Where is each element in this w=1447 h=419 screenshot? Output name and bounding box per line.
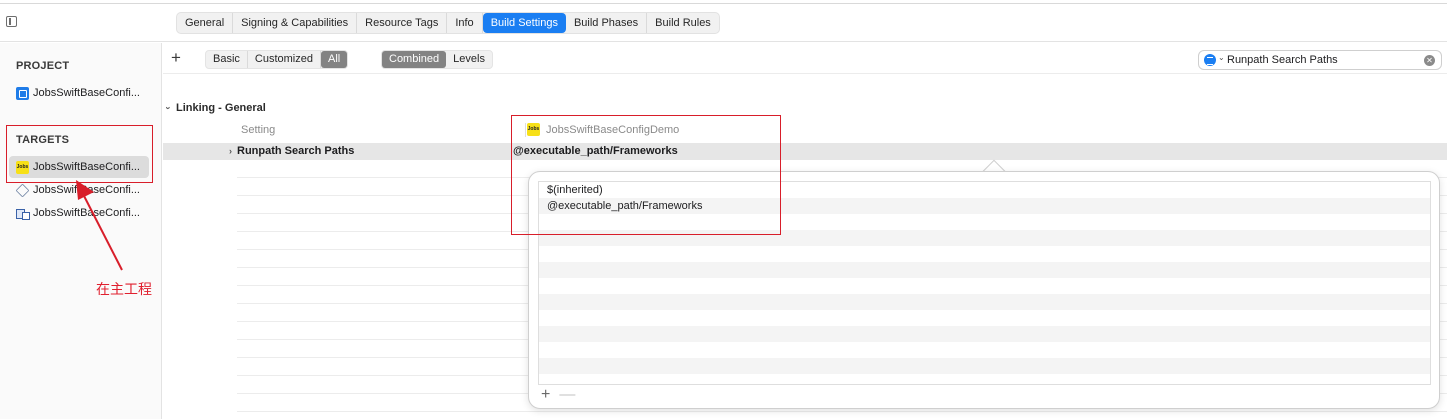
view-levels[interactable]: Levels <box>446 51 492 68</box>
setting-column-header: Setting <box>241 124 276 136</box>
add-value-button[interactable]: + <box>541 386 550 404</box>
tab-build-phases[interactable]: Build Phases <box>566 13 648 33</box>
tab-resource-tags[interactable]: Resource Tags <box>357 13 448 33</box>
editor-tabs: General Signing & Capabilities Resource … <box>176 12 720 34</box>
list-item[interactable] <box>539 278 1430 294</box>
list-item[interactable] <box>539 310 1430 326</box>
settings-search-field[interactable]: ⌄ ✕ <box>1198 50 1442 70</box>
view-combined[interactable]: Combined <box>382 51 447 68</box>
filter-icon[interactable] <box>1204 54 1216 66</box>
list-item[interactable] <box>539 342 1430 358</box>
project-icon <box>16 86 29 100</box>
list-item[interactable] <box>539 246 1430 262</box>
filter-segmented-control: Basic Customized All <box>205 50 349 69</box>
search-input[interactable] <box>1227 52 1423 68</box>
annotation-note: 在主工程 <box>96 282 152 298</box>
sidebar-item-label: JobsSwiftBaseConfi... <box>33 87 140 99</box>
annotation-box-targets <box>6 125 153 183</box>
tab-build-settings[interactable]: Build Settings <box>482 13 566 33</box>
tab-signing-capabilities[interactable]: Signing & Capabilities <box>233 13 358 33</box>
project-section-header: PROJECT <box>16 60 70 72</box>
view-segmented-control: Combined Levels <box>381 50 493 69</box>
list-item[interactable] <box>539 326 1430 342</box>
disclosure-chevron-icon[interactable]: › <box>164 107 174 110</box>
chevron-right-icon[interactable]: › <box>229 146 232 156</box>
annotation-arrow-icon <box>76 180 123 271</box>
filter-basic[interactable]: Basic <box>206 51 248 68</box>
add-setting-button[interactable]: + <box>171 48 181 68</box>
editor-header: General Signing & Capabilities Resource … <box>0 0 1447 42</box>
tab-build-rules[interactable]: Build Rules <box>647 13 719 33</box>
group-title-label: Linking - General <box>176 102 266 114</box>
popover-footer: + — <box>541 385 575 405</box>
tab-info[interactable]: Info <box>447 13 483 33</box>
sidebar-toggle-icon[interactable] <box>6 16 17 27</box>
list-item[interactable] <box>539 374 1430 384</box>
chevron-down-icon[interactable]: ⌄ <box>1218 53 1225 62</box>
list-item[interactable] <box>539 262 1430 278</box>
list-item[interactable] <box>539 358 1430 374</box>
annotation-box-values <box>511 115 781 235</box>
extension-icon <box>15 183 30 197</box>
settings-group-header[interactable]: › Linking - General <box>164 102 266 114</box>
build-settings-toolbar: + Basic Customized All Combined Levels ⌄… <box>163 44 1447 74</box>
setting-name-label: Runpath Search Paths <box>237 145 355 157</box>
remove-value-button[interactable]: — <box>559 386 575 404</box>
filter-customized[interactable]: Customized <box>248 51 321 68</box>
list-item[interactable] <box>539 294 1430 310</box>
setting-row-name[interactable]: › Runpath Search Paths <box>229 145 354 157</box>
test-target-icon <box>16 207 30 220</box>
tab-general[interactable]: General <box>177 13 234 33</box>
clear-search-icon[interactable]: ✕ <box>1424 55 1435 66</box>
sidebar-item-project[interactable]: JobsSwiftBaseConfi... <box>9 82 149 104</box>
table-row-selected[interactable] <box>163 143 1447 160</box>
filter-all[interactable]: All <box>320 51 348 68</box>
